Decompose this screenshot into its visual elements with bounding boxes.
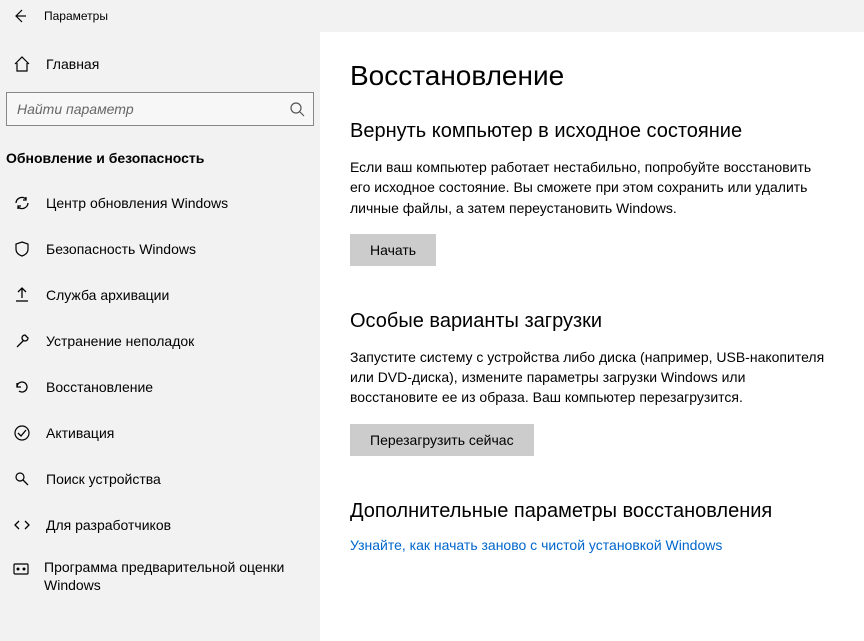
sidebar-item-recovery[interactable]: Восстановление: [0, 364, 320, 410]
section-advanced-body: Запустите систему с устройства либо диск…: [350, 347, 830, 408]
search-input[interactable]: [17, 101, 289, 117]
fresh-start-link[interactable]: Узнайте, как начать заново с чистой уста…: [350, 537, 722, 553]
sidebar-home-label: Главная: [32, 56, 99, 72]
back-button[interactable]: [4, 0, 36, 32]
backup-icon: [12, 286, 32, 304]
sidebar-item-label: Центр обновления Windows: [32, 195, 228, 211]
titlebar: Параметры: [0, 0, 864, 32]
sidebar-item-label: Программа предварительной оценки Windows: [30, 558, 308, 594]
undo-icon: [12, 378, 32, 396]
section-reset-body: Если ваш компьютер работает нестабильно,…: [350, 157, 830, 218]
sidebar-item-label: Поиск устройства: [32, 471, 161, 487]
page-title: Восстановление: [350, 60, 834, 92]
section-more-heading: Дополнительные параметры восстановления: [350, 500, 834, 523]
titlebar-label: Параметры: [36, 9, 108, 23]
section-advanced-heading: Особые варианты загрузки: [350, 310, 834, 333]
sidebar-item-insider[interactable]: Программа предварительной оценки Windows: [0, 548, 320, 604]
sidebar-item-label: Служба архивации: [32, 287, 169, 303]
find-device-icon: [12, 470, 32, 488]
section-advanced-startup: Особые варианты загрузки Запустите систе…: [350, 310, 834, 456]
search-box[interactable]: [6, 92, 314, 126]
sidebar-item-windows-update[interactable]: Центр обновления Windows: [0, 180, 320, 226]
sidebar-home[interactable]: Главная: [0, 44, 320, 84]
shield-icon: [12, 240, 32, 258]
wrench-icon: [12, 332, 32, 350]
home-icon: [12, 55, 32, 73]
sync-icon: [12, 194, 32, 212]
insider-icon: [12, 560, 30, 578]
sidebar-item-find-device[interactable]: Поиск устройства: [0, 456, 320, 502]
sidebar-item-developers[interactable]: Для разработчиков: [0, 502, 320, 548]
section-more-recovery: Дополнительные параметры восстановления …: [350, 500, 834, 553]
sidebar-item-label: Восстановление: [32, 379, 153, 395]
sidebar-item-activation[interactable]: Активация: [0, 410, 320, 456]
code-icon: [12, 516, 32, 534]
check-circle-icon: [12, 424, 32, 442]
sidebar-item-backup[interactable]: Служба архивации: [0, 272, 320, 318]
workspace: Главная Обновление и безопасность Центр …: [0, 32, 864, 641]
sidebar-section-title: Обновление и безопасность: [0, 130, 320, 180]
sidebar-item-label: Для разработчиков: [32, 517, 171, 533]
sidebar-item-label: Активация: [32, 425, 114, 441]
main-content: Восстановление Вернуть компьютер в исход…: [320, 32, 864, 641]
search-icon: [289, 101, 305, 117]
sidebar-item-windows-security[interactable]: Безопасность Windows: [0, 226, 320, 272]
reset-start-button[interactable]: Начать: [350, 234, 436, 266]
arrow-left-icon: [12, 8, 28, 24]
sidebar-item-label: Безопасность Windows: [32, 241, 196, 257]
sidebar-item-label: Устранение неполадок: [32, 333, 194, 349]
sidebar-item-troubleshoot[interactable]: Устранение неполадок: [0, 318, 320, 364]
section-reset: Вернуть компьютер в исходное состояние Е…: [350, 120, 834, 266]
sidebar: Главная Обновление и безопасность Центр …: [0, 32, 320, 641]
section-reset-heading: Вернуть компьютер в исходное состояние: [350, 120, 834, 143]
restart-now-button[interactable]: Перезагрузить сейчас: [350, 424, 534, 456]
